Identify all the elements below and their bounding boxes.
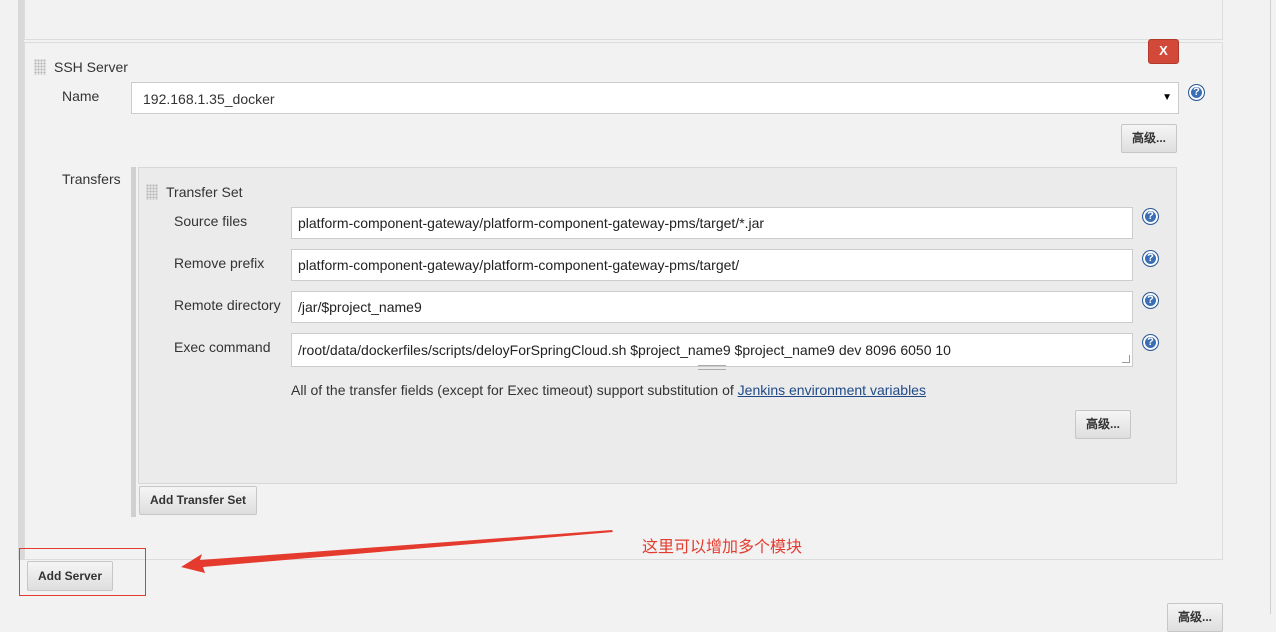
previous-section-block — [24, 0, 1223, 40]
remove-prefix-label: Remove prefix — [174, 255, 265, 271]
delete-server-button[interactable]: X — [1148, 39, 1179, 64]
textarea-expand-handle[interactable] — [698, 365, 726, 370]
remote-directory-label: Remote directory — [174, 297, 281, 313]
source-files-label: Source files — [174, 213, 248, 229]
drag-handle-icon[interactable] — [146, 184, 158, 200]
transfers-label: Transfers — [62, 171, 121, 187]
ssh-server-title: SSH Server — [54, 59, 128, 75]
transfer-set-title: Transfer Set — [166, 184, 243, 200]
dropdown-arrow-icon: ▼ — [1162, 92, 1172, 103]
help-icon[interactable]: ? — [1142, 292, 1159, 309]
transfers-bar — [131, 167, 136, 517]
substitution-note: All of the transfer fields (except for E… — [291, 382, 926, 398]
substitution-note-text: All of the transfer fields (except for E… — [291, 382, 738, 398]
source-files-input[interactable]: platform-component-gateway/platform-comp… — [291, 207, 1133, 239]
annotation-text: 这里可以增加多个模块 — [642, 539, 803, 556]
remove-prefix-input[interactable]: platform-component-gateway/platform-comp… — [291, 249, 1133, 281]
name-label: Name — [62, 88, 100, 104]
server-advanced-button[interactable]: 高级... — [1121, 124, 1177, 153]
help-icon[interactable]: ? — [1188, 84, 1205, 101]
help-icon[interactable]: ? — [1142, 334, 1159, 351]
jenkins-env-vars-link[interactable]: Jenkins environment variables — [738, 382, 926, 398]
bottom-advanced-button[interactable]: 高级... — [1167, 603, 1223, 632]
remote-directory-input[interactable]: /jar/$project_name9 — [291, 291, 1133, 323]
drag-handle-icon[interactable] — [34, 59, 46, 75]
help-icon[interactable]: ? — [1142, 250, 1159, 267]
server-name-select[interactable]: 192.168.1.35_docker ▼ — [131, 82, 1179, 114]
exec-command-label: Exec command — [174, 339, 271, 355]
server-name-value: 192.168.1.35_docker — [143, 91, 275, 107]
resize-grip-icon[interactable] — [1122, 355, 1130, 363]
page-divider — [1270, 0, 1271, 614]
annotation-highlight-box — [19, 548, 146, 596]
transfer-advanced-button[interactable]: 高级... — [1075, 410, 1131, 439]
add-transfer-set-button[interactable]: Add Transfer Set — [139, 486, 257, 515]
exec-command-textarea[interactable]: /root/data/dockerfiles/scripts/deloyForS… — [291, 333, 1133, 367]
help-icon[interactable]: ? — [1142, 208, 1159, 225]
